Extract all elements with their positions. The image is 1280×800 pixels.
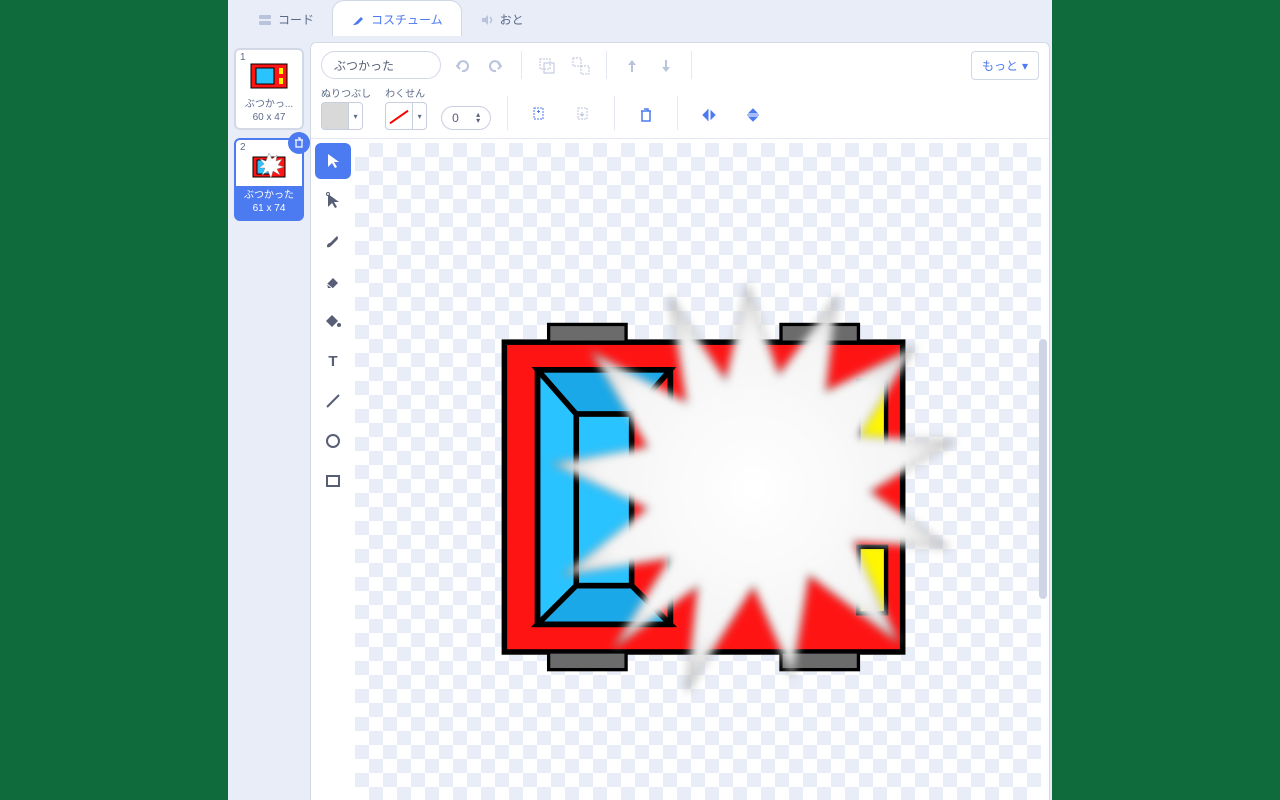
- fill-label: ぬりつぶし: [321, 85, 371, 100]
- tool-column: T: [311, 139, 355, 800]
- delete-button[interactable]: [631, 100, 661, 130]
- editor-tabs: コード コスチューム おと: [228, 0, 1052, 36]
- costume-thumb[interactable]: 1 ぶつかっ... 60 x 47: [234, 48, 304, 130]
- eraser-tool[interactable]: [315, 263, 351, 299]
- line-tool[interactable]: [315, 383, 351, 419]
- ungroup-button[interactable]: [566, 51, 596, 81]
- backward-button[interactable]: [651, 51, 681, 81]
- code-icon: [258, 13, 272, 27]
- vertical-scrollbar[interactable]: [1039, 339, 1047, 599]
- paint-editor: もっと ▾ ぬりつぶし ▾ わくせん ▾ 0: [310, 42, 1050, 800]
- redo-button[interactable]: [481, 51, 511, 81]
- paint-canvas[interactable]: [355, 143, 1041, 800]
- reshape-tool[interactable]: [315, 183, 351, 219]
- brush-tool[interactable]: [315, 223, 351, 259]
- svg-text:T: T: [328, 353, 337, 370]
- chevron-down-icon: ▾: [1022, 59, 1028, 73]
- flip-vertical-button[interactable]: [738, 100, 768, 130]
- tab-costumes-label: コスチューム: [371, 11, 443, 28]
- group-button[interactable]: [532, 51, 562, 81]
- paste-button[interactable]: [568, 100, 598, 130]
- costume-size: 60 x 47: [236, 111, 302, 124]
- fill-tool[interactable]: [315, 303, 351, 339]
- tab-sounds[interactable]: おと: [462, 1, 542, 36]
- undo-button[interactable]: [447, 51, 477, 81]
- tab-sounds-label: おと: [500, 11, 524, 28]
- more-button[interactable]: もっと ▾: [971, 51, 1039, 80]
- tab-code[interactable]: コード: [240, 1, 332, 36]
- costume-thumb[interactable]: 2 ぶつかった 61 x 74: [234, 138, 304, 221]
- rectangle-tool[interactable]: [315, 463, 351, 499]
- stepper-icon: ▴▾: [476, 112, 480, 123]
- costume-name-input[interactable]: [321, 51, 441, 79]
- costume-list: 1 ぶつかっ... 60 x 47: [232, 42, 306, 800]
- delete-costume-button[interactable]: [288, 132, 310, 154]
- text-tool[interactable]: T: [315, 343, 351, 379]
- costume-name: ぶつかった: [236, 189, 302, 202]
- circle-tool[interactable]: [315, 423, 351, 459]
- select-tool[interactable]: [315, 143, 351, 179]
- fill-color-button[interactable]: ▾: [321, 102, 371, 130]
- tab-costumes[interactable]: コスチューム: [332, 0, 462, 36]
- costume-size: 61 x 74: [236, 202, 302, 215]
- canvas-artwork: [355, 143, 1041, 800]
- brush-icon: [351, 13, 365, 27]
- forward-button[interactable]: [617, 51, 647, 81]
- stroke-color-button[interactable]: ▾: [385, 102, 427, 130]
- stroke-label: わくせん: [385, 85, 427, 100]
- copy-button[interactable]: [524, 100, 554, 130]
- flip-horizontal-button[interactable]: [694, 100, 724, 130]
- costume-name: ぶつかっ...: [236, 98, 302, 111]
- tab-code-label: コード: [278, 11, 314, 28]
- sound-icon: [480, 13, 494, 27]
- stroke-width-input[interactable]: 0 ▴▾: [441, 106, 491, 130]
